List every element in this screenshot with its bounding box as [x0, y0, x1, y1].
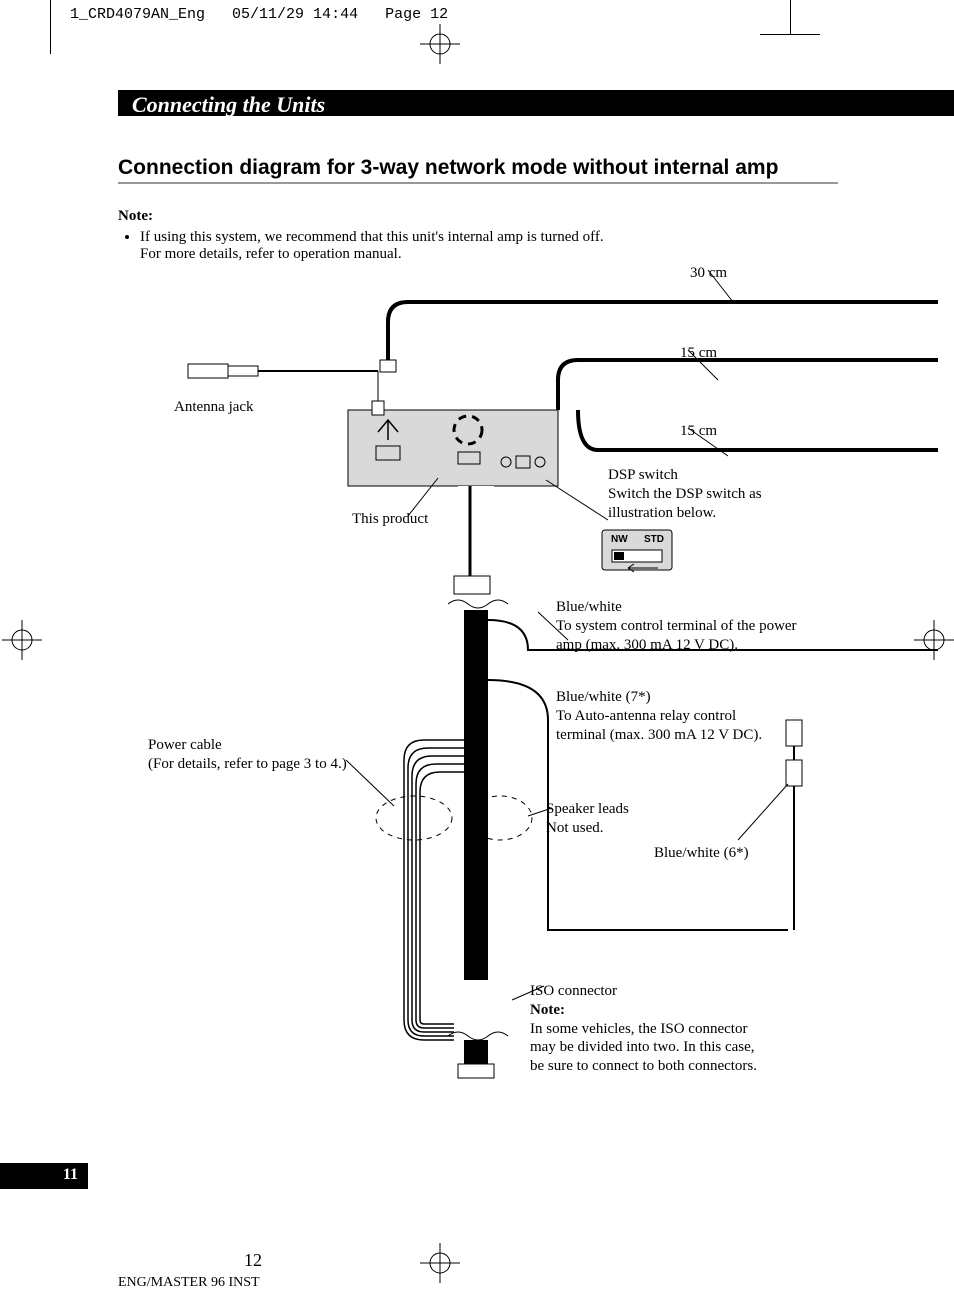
label-dsp: DSP switch Switch the DSP switch as illu… [608, 466, 828, 522]
header-page: Page 12 [385, 6, 448, 23]
switch-nw: NW [611, 534, 628, 545]
label-antenna: Antenna jack [174, 398, 254, 417]
label-15cm-b: 15 cm [680, 422, 717, 441]
note-bullet: If using this system, we recommend that … [140, 229, 838, 263]
section-title: Connecting the Units [132, 92, 325, 117]
registration-mark-left [2, 620, 42, 660]
bw1a: Blue/white [556, 599, 622, 615]
spk1: Speaker leads [546, 801, 629, 817]
label-speaker-leads: Speaker leads Not used. [546, 800, 629, 838]
bw2c: terminal (max. 300 mA 12 V DC). [556, 727, 762, 743]
label-30cm: 30 cm [690, 264, 727, 283]
label-bluewhite-6: Blue/white (6*) [654, 844, 749, 863]
iso2: In some vehicles, the ISO connector [530, 1021, 747, 1037]
header-datetime: 05/11/29 14:44 [232, 6, 358, 23]
registration-mark-top [420, 24, 460, 64]
iso1: ISO connector [530, 983, 617, 999]
dsp-line2: Switch the DSP switch as [608, 486, 762, 502]
registration-mark-bottom [420, 1243, 460, 1283]
bw2b: To Auto-antenna relay control [556, 708, 736, 724]
dsp-line1: DSP switch [608, 467, 678, 483]
note-block: Note: If using this system, we recommend… [118, 208, 838, 263]
label-bluewhite-1: Blue/white To system control terminal of… [556, 598, 856, 654]
note-heading: Note: [118, 208, 153, 224]
label-power-cable: Power cable (For details, refer to page … [148, 736, 388, 774]
label-15cm-a: 15 cm [680, 344, 717, 363]
power1: Power cable [148, 737, 222, 753]
label-this-product: This product [352, 510, 428, 529]
side-page-number: 11 [0, 1163, 88, 1189]
note-line1: If using this system, we recommend that … [140, 229, 604, 245]
iso3: may be divided into two. In this case, [530, 1039, 755, 1055]
page-subheading: Connection diagram for 3-way network mod… [118, 156, 838, 184]
section-title-bar: Connecting the Units [118, 90, 954, 116]
bw1b: To system control terminal of the power [556, 618, 797, 634]
iso-note-h: Note: [530, 1002, 565, 1018]
print-header: 1_CRD4079AN_Eng 05/11/29 14:44 Page 12 [70, 6, 448, 23]
footer-text: ENG/MASTER 96 INST [118, 1275, 260, 1291]
switch-std: STD [644, 534, 664, 545]
crop-mark-vertical [50, 0, 51, 54]
dsp-line3: illustration below. [608, 505, 716, 521]
header-file: 1_CRD4079AN_Eng [70, 6, 205, 23]
label-bluewhite-7: Blue/white (7*) To Auto-antenna relay co… [556, 688, 816, 744]
crop-mark [760, 34, 820, 35]
crop-mark [790, 0, 791, 34]
bottom-page-number: 12 [244, 1250, 262, 1271]
bw2a: Blue/white (7*) [556, 689, 651, 705]
connection-diagram [118, 260, 938, 1110]
label-iso: ISO connector Note: In some vehicles, th… [530, 982, 810, 1076]
bw1c: amp (max. 300 mA 12 V DC). [556, 637, 738, 653]
registration-mark-right [914, 620, 954, 660]
spk2: Not used. [546, 820, 604, 836]
power2: (For details, refer to page 3 to 4.) [148, 756, 347, 772]
iso4: be sure to connect to both connectors. [530, 1058, 757, 1074]
